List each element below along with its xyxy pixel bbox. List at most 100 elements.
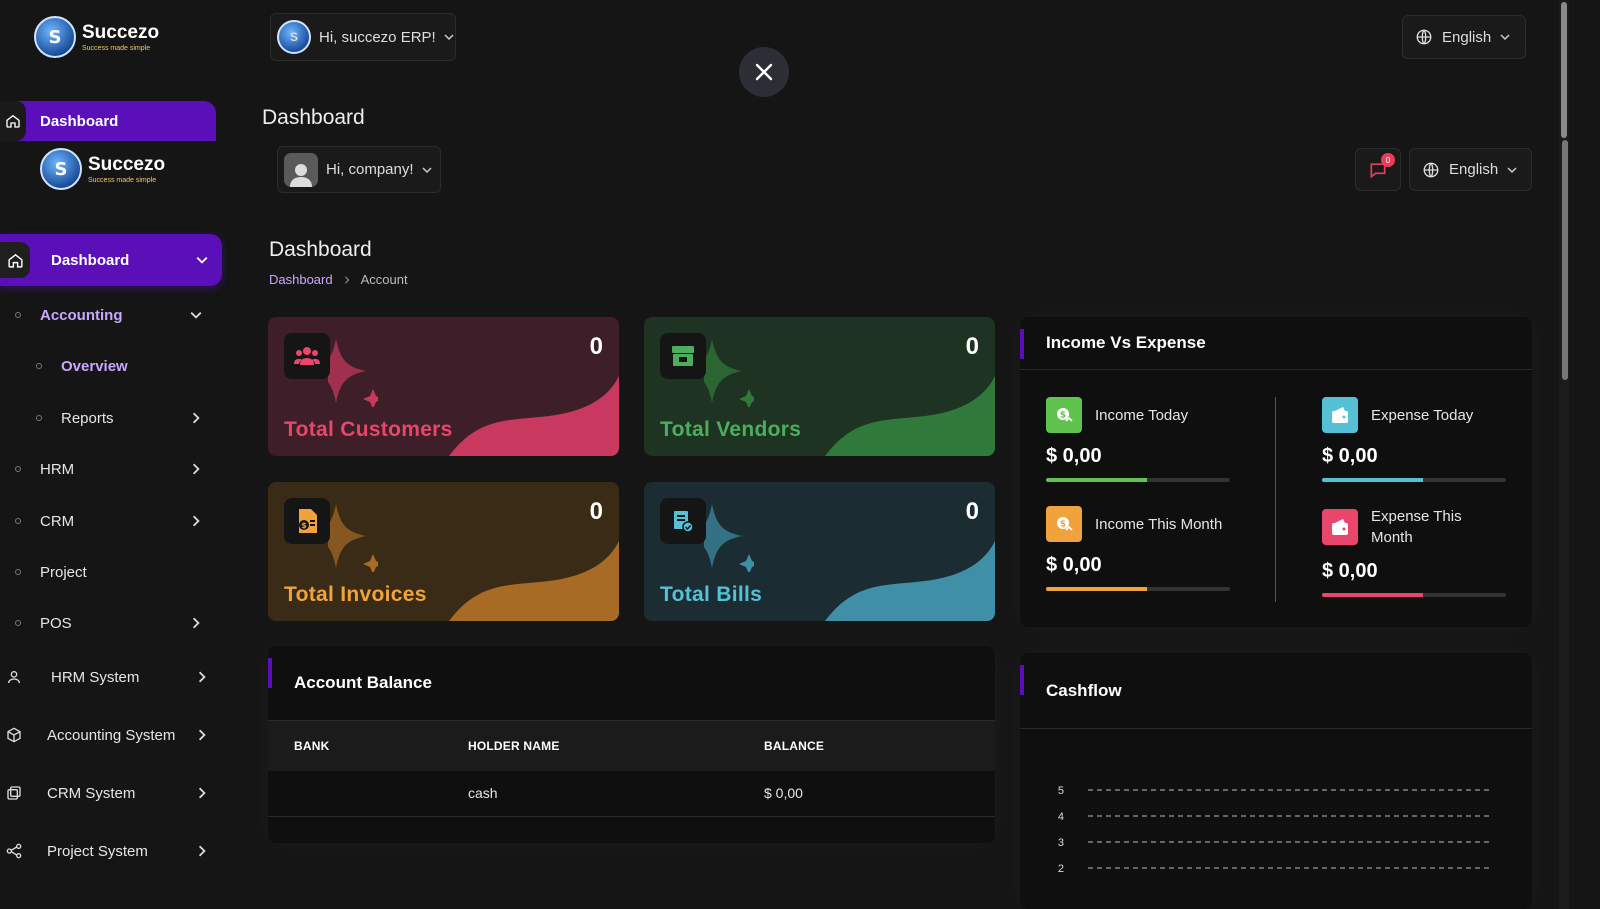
expense-today-label: Expense Today [1371, 406, 1474, 424]
cashflow-panel: Cashflow 5 4 3 2 [1020, 653, 1532, 909]
expense-month-label: Expense This Month [1371, 508, 1462, 546]
income-icon: $ [1046, 397, 1082, 433]
expense-month-progress [1322, 593, 1506, 597]
income-today-progress [1046, 478, 1230, 482]
expense-month-value: $ 0,00 [1322, 560, 1378, 582]
logo-mark-icon: S [40, 148, 82, 190]
y-tick-label: 3 [1058, 837, 1064, 849]
sidebar-item-label: HRM System [51, 668, 140, 686]
stat-card-invoices[interactable]: $ 0 Total Invoices [268, 482, 619, 621]
sidebar-item-label: CRM System [47, 784, 136, 802]
sidebar-brand-logo[interactable]: S Succezo Success made simple [40, 148, 165, 190]
column-header-balance[interactable]: BALANCE [764, 721, 995, 771]
income-month-progress [1046, 587, 1230, 591]
bullet-icon [15, 620, 21, 626]
bill-icon [660, 498, 706, 544]
chevron-down-icon [1500, 34, 1510, 41]
outer-language-select[interactable]: English [1402, 15, 1526, 59]
income-expense-panel: Income Vs Expense $ Income Today $ 0,00 … [1020, 317, 1532, 627]
sidebar-item-hrm-system[interactable]: HRM System [0, 664, 222, 690]
sidebar-item-label: Project System [47, 842, 148, 860]
stat-card-vendors[interactable]: 0 Total Vendors [644, 317, 995, 456]
chevron-right-icon [192, 515, 200, 527]
sidebar-item-accounting-system[interactable]: Accounting System [0, 722, 222, 748]
sidebar-item-label: Project [40, 563, 87, 581]
vendor-icon [660, 333, 706, 379]
sidebar-item-label: Dashboard [51, 251, 130, 269]
outer-language-label: English [1442, 28, 1492, 46]
column-divider [1275, 397, 1276, 602]
home-icon [0, 101, 26, 141]
bullet-icon [36, 415, 42, 421]
sidebar-item-crm-system[interactable]: CRM System [0, 780, 222, 806]
close-icon [755, 63, 773, 81]
sidebar-item-dashboard[interactable]: Dashboard [0, 234, 222, 286]
avatar: S [277, 20, 311, 54]
table-header-row: BANK HOLDER NAME BALANCE [268, 721, 995, 771]
invoice-icon: $ [284, 498, 330, 544]
close-button[interactable] [739, 47, 789, 97]
sidebar-item-label: Reports [61, 409, 114, 427]
table-row: cash $ 0,00 [268, 771, 995, 817]
chevron-right-icon [198, 729, 206, 741]
income-month-value: $ 0,00 [1046, 554, 1102, 576]
y-tick-label: 2 [1058, 863, 1064, 875]
logo-name: Succezo [82, 21, 160, 43]
sidebar-item-pos[interactable]: POS [0, 610, 222, 636]
user-menu[interactable]: Hi, company! [277, 146, 441, 193]
avatar [284, 152, 318, 187]
sidebar-item-label: Overview [61, 357, 128, 375]
chevron-right-icon [192, 617, 200, 629]
income-month-icon: $ [1046, 506, 1082, 542]
breadcrumb-link-dashboard[interactable]: Dashboard [269, 272, 333, 287]
sidebar-item-project[interactable]: Project [0, 559, 222, 585]
sidebar-item-reports[interactable]: Reports [0, 405, 222, 431]
outer-nav-dashboard[interactable]: Dashboard [0, 101, 216, 141]
stat-label: Total Invoices [284, 583, 427, 606]
sidebar-item-overview[interactable]: Overview [0, 353, 222, 379]
stat-label: Total Vendors [660, 418, 802, 441]
sidebar-item-project-system[interactable]: Project System [0, 838, 222, 864]
column-header-holder[interactable]: HOLDER NAME [468, 721, 764, 771]
bullet-icon [15, 466, 21, 472]
stat-label: Total Bills [660, 583, 763, 606]
globe-icon [1416, 29, 1432, 45]
bullet-icon [15, 312, 21, 318]
stat-value: 0 [965, 333, 979, 360]
wallet-icon [1322, 509, 1358, 545]
chevron-down-icon [196, 256, 208, 264]
logo-tagline: Success made simple [82, 44, 151, 52]
chevron-right-icon [192, 463, 200, 475]
stat-card-customers[interactable]: 0 Total Customers [268, 317, 619, 456]
outer-scrollbar[interactable] [1559, 0, 1569, 909]
chevron-right-icon [198, 671, 206, 683]
sidebar-item-label: CRM [40, 512, 75, 530]
sidebar-item-crm[interactable]: CRM [0, 508, 222, 534]
share-icon [0, 843, 28, 859]
cashflow-chart: 5 4 3 2 [1058, 785, 1492, 875]
user-greeting: Hi, company! [326, 161, 414, 178]
sidebar-item-label: HRM [40, 460, 75, 478]
sidebar-item-label: POS [40, 614, 72, 632]
outer-brand-logo[interactable]: S Succezo Success made simple [34, 16, 159, 58]
user-icon [0, 669, 28, 685]
stat-value: 0 [965, 498, 979, 525]
chevron-right-icon [192, 412, 200, 424]
inner-scrollbar[interactable] [1562, 140, 1568, 380]
sidebar-item-accounting[interactable]: Accounting [0, 302, 222, 328]
logo-name: Succezo [88, 153, 166, 175]
outer-user-menu[interactable]: S Hi, succezo ERP! [270, 13, 456, 61]
sidebar-item-hrm[interactable]: HRM [0, 456, 222, 482]
income-month-block: $ Income This Month $ 0,00 [1046, 506, 1230, 591]
users-icon [284, 333, 330, 379]
column-header-bank[interactable]: BANK [268, 721, 468, 771]
chevron-down-icon [1507, 166, 1517, 173]
stat-card-bills[interactable]: 0 Total Bills [644, 482, 995, 621]
sidebar-item-label: Accounting System [47, 726, 176, 744]
chevron-down-icon [444, 34, 454, 41]
chevron-right-icon [344, 275, 350, 284]
page-title: Dashboard [269, 238, 372, 261]
notification-button[interactable]: 0 [1355, 148, 1401, 191]
chevron-right-icon [198, 845, 206, 857]
language-select[interactable]: English [1409, 148, 1532, 191]
